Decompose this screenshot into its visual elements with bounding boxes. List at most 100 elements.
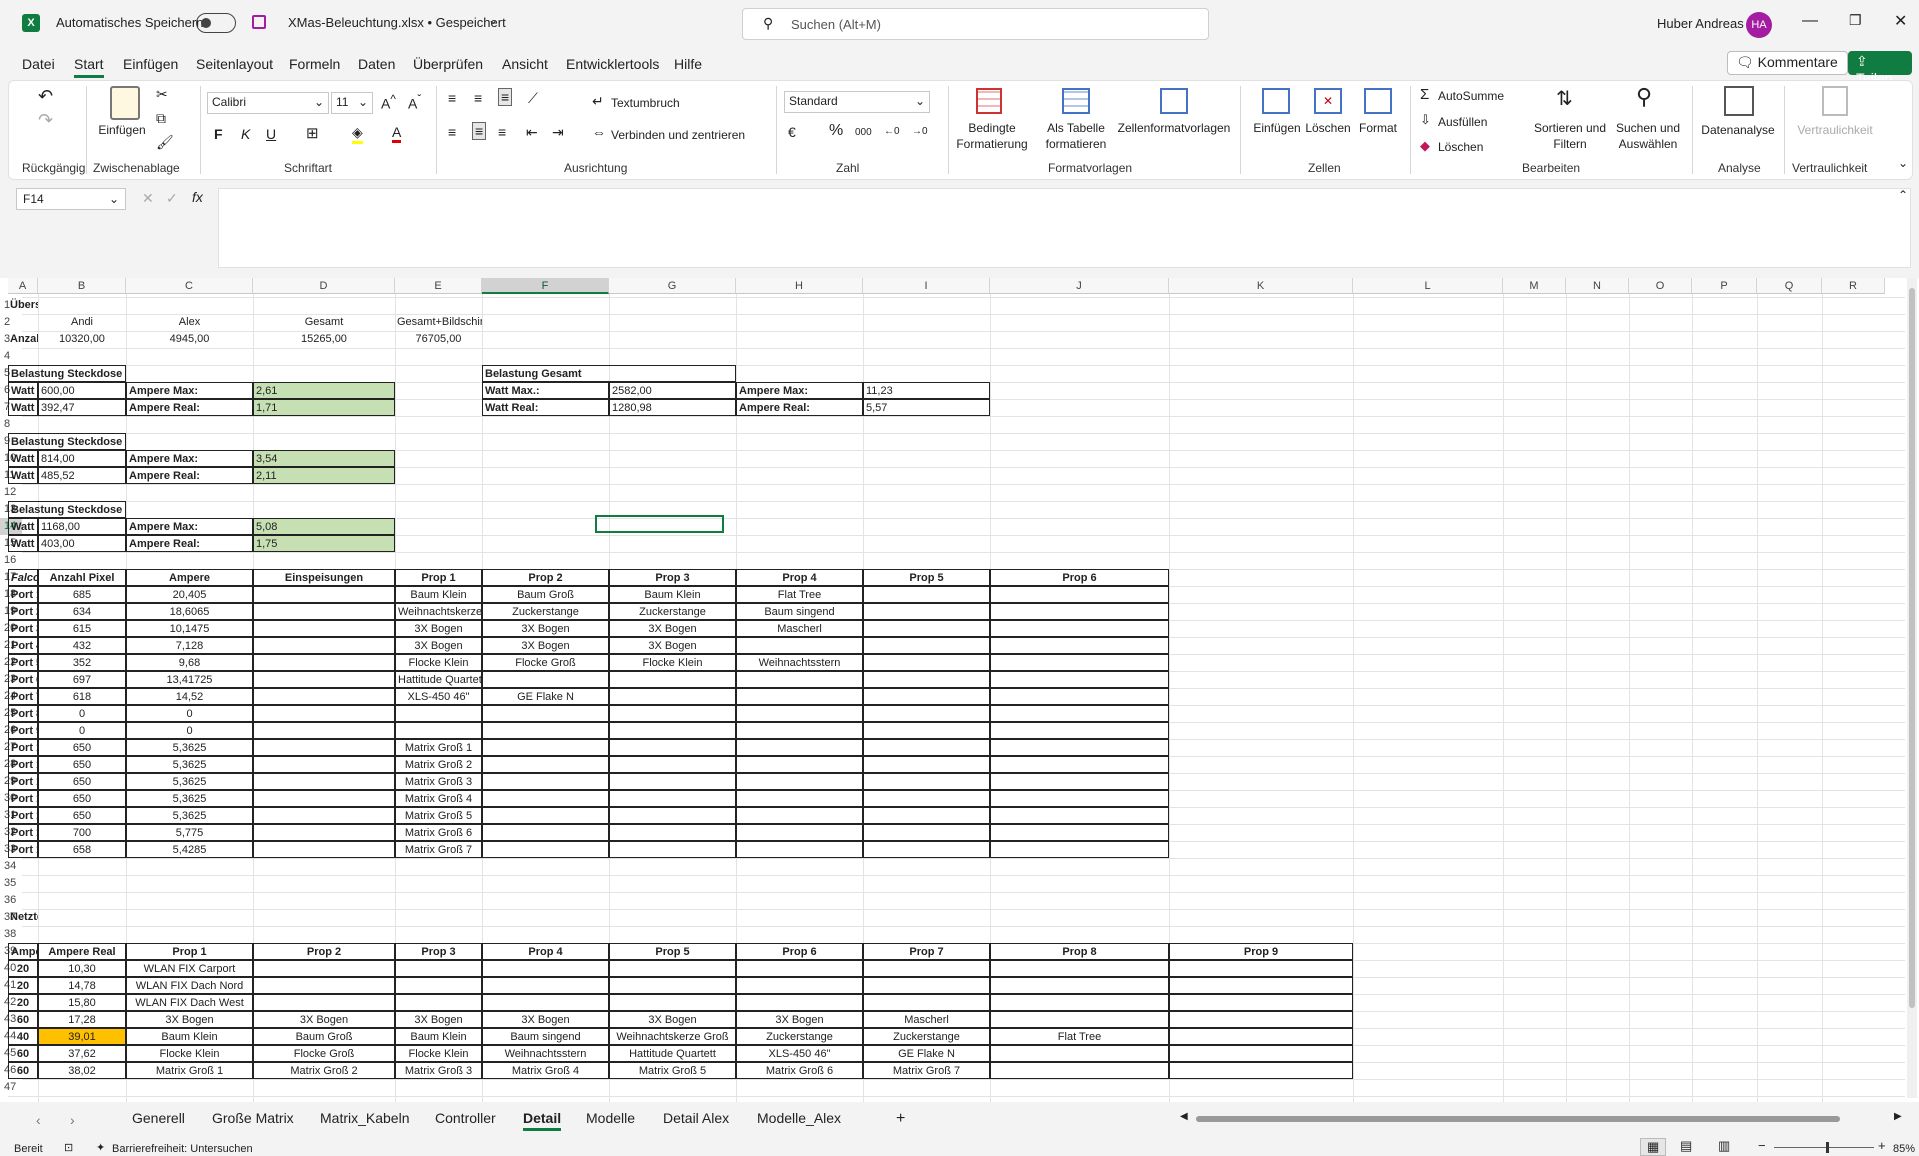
falcon-cell[interactable]: Flocke Klein	[609, 654, 736, 671]
falcon-cell[interactable]	[253, 586, 395, 603]
falcon-cell[interactable]	[863, 790, 990, 807]
falcon-cell[interactable]	[990, 603, 1169, 620]
row-header-38[interactable]: 38	[0, 926, 22, 943]
tab-controller[interactable]: Controller	[435, 1110, 496, 1126]
watt-max-label[interactable]: Watt Max.:	[8, 518, 38, 535]
falcon-cell[interactable]: 3X Bogen	[482, 637, 609, 654]
align-left-icon[interactable]: ≡	[448, 124, 456, 140]
watt-max-value[interactable]: 600,00	[38, 382, 126, 399]
falcon-header[interactable]: Falcon 16v4	[8, 569, 38, 586]
falcon-cell[interactable]	[482, 739, 609, 756]
shrink-font-icon[interactable]: Aˇ	[408, 93, 421, 112]
find-select-icon[interactable]: ⚲	[1636, 84, 1652, 110]
falcon-cell[interactable]	[863, 705, 990, 722]
load-block-title[interactable]: Belastung Steckdose Garage	[8, 433, 126, 450]
autosum-button[interactable]: AutoSumme	[1438, 89, 1504, 103]
port-label[interactable]: Port 16	[8, 841, 38, 858]
falcon-cell[interactable]: GE Flake N	[482, 688, 609, 705]
falcon-cell[interactable]	[990, 705, 1169, 722]
falcon-cell[interactable]	[609, 722, 736, 739]
amp-max-label[interactable]: Ampere Max:	[126, 450, 253, 467]
falcon-cell[interactable]: 5,3625	[126, 807, 253, 824]
format-cells-button[interactable]: Format	[1352, 120, 1404, 136]
psu-header[interactable]: Prop 6	[736, 943, 863, 960]
psu-prop-cell[interactable]	[395, 977, 482, 994]
psu-prop-cell[interactable]: Mascherl	[863, 1011, 990, 1028]
falcon-header[interactable]: Prop 4	[736, 569, 863, 586]
falcon-cell[interactable]	[990, 841, 1169, 858]
column-header-L[interactable]: L	[1353, 278, 1503, 294]
merge-center-button[interactable]: Verbinden und zentrieren	[611, 128, 745, 142]
falcon-cell[interactable]	[863, 722, 990, 739]
undo-icon[interactable]: ↶	[38, 86, 53, 107]
psu-prop-cell[interactable]	[990, 977, 1169, 994]
psu-header[interactable]: Prop 3	[395, 943, 482, 960]
psu-prop-cell[interactable]	[736, 960, 863, 977]
falcon-cell[interactable]	[253, 790, 395, 807]
falcon-cell[interactable]: 650	[38, 807, 126, 824]
falcon-cell[interactable]: Hattitude Quartett	[395, 671, 482, 688]
falcon-header[interactable]: Prop 5	[863, 569, 990, 586]
fill-color-icon[interactable]: ◈	[352, 124, 363, 144]
font-size-select[interactable]: 11 ⌄	[331, 92, 373, 114]
falcon-cell[interactable]	[482, 671, 609, 688]
psu-prop-cell[interactable]: Zuckerstange	[863, 1028, 990, 1045]
falcon-cell[interactable]: 685	[38, 586, 126, 603]
falcon-header[interactable]: Prop 1	[395, 569, 482, 586]
psu-header[interactable]: Prop 9	[1169, 943, 1353, 960]
accessibility-icon[interactable]: ✦	[96, 1141, 105, 1154]
falcon-cell[interactable]	[253, 671, 395, 688]
amp-max-value[interactable]: 5,08	[253, 518, 395, 535]
falcon-cell[interactable]	[990, 824, 1169, 841]
psu-header[interactable]: Prop 5	[609, 943, 736, 960]
falcon-cell[interactable]: Matrix Groß 5	[395, 807, 482, 824]
port-label[interactable]: Port 10	[8, 739, 38, 756]
falcon-cell[interactable]	[609, 688, 736, 705]
falcon-cell[interactable]	[990, 739, 1169, 756]
falcon-cell[interactable]	[736, 739, 863, 756]
overview-value[interactable]: 10320,00	[38, 331, 126, 348]
amp-real-value[interactable]: 5,57	[863, 399, 990, 416]
delete-cells-button[interactable]: Löschen	[1300, 120, 1356, 136]
psu-header[interactable]: Ampere Real	[38, 943, 126, 960]
watt-real-label[interactable]: Watt Real:	[8, 535, 38, 552]
falcon-cell[interactable]: 0	[38, 705, 126, 722]
border-icon[interactable]: ⊞	[306, 124, 319, 142]
find-select-button[interactable]: Suchen und Auswählen	[1610, 120, 1686, 152]
falcon-cell[interactable]	[863, 654, 990, 671]
falcon-cell[interactable]	[990, 620, 1169, 637]
falcon-cell[interactable]	[253, 824, 395, 841]
psu-amp-real[interactable]: 37,62	[38, 1045, 126, 1062]
falcon-cell[interactable]	[736, 756, 863, 773]
orientation-icon[interactable]: ⟋	[528, 90, 538, 107]
falcon-cell[interactable]	[253, 756, 395, 773]
column-header-O[interactable]: O	[1629, 278, 1692, 294]
falcon-cell[interactable]	[990, 773, 1169, 790]
psu-prop-cell[interactable]	[395, 960, 482, 977]
column-header-K[interactable]: K	[1169, 278, 1353, 294]
column-header-C[interactable]: C	[126, 278, 253, 294]
psu-prop-cell[interactable]: Hattitude Quartett	[609, 1045, 736, 1062]
menu-ansicht[interactable]: Ansicht	[502, 56, 548, 72]
psu-header[interactable]: Ampere Max.	[8, 943, 38, 960]
insert-cells-icon[interactable]	[1262, 88, 1290, 114]
falcon-cell[interactable]	[609, 807, 736, 824]
psu-prop-cell[interactable]	[395, 994, 482, 1011]
psu-prop-cell[interactable]	[863, 994, 990, 1011]
align-top-icon[interactable]: ≡	[448, 90, 456, 106]
falcon-cell[interactable]	[482, 722, 609, 739]
psu-title[interactable]: Netzteile:	[8, 909, 38, 926]
falcon-cell[interactable]: 0	[38, 722, 126, 739]
column-header-G[interactable]: G	[609, 278, 736, 294]
falcon-cell[interactable]: 5,775	[126, 824, 253, 841]
font-name-select[interactable]: Calibri ⌄	[207, 92, 329, 114]
psu-header[interactable]: Prop 8	[990, 943, 1169, 960]
psu-amp-real[interactable]: 17,28	[38, 1011, 126, 1028]
column-header-R[interactable]: R	[1822, 278, 1885, 294]
psu-prop-cell[interactable]	[736, 977, 863, 994]
overview-header[interactable]: Gesamt	[253, 314, 395, 331]
psu-prop-cell[interactable]	[1169, 1028, 1353, 1045]
watt-real-value[interactable]: 403,00	[38, 535, 126, 552]
port-label[interactable]: Port 5	[8, 654, 38, 671]
zoom-level[interactable]: 85%	[1893, 1143, 1915, 1155]
